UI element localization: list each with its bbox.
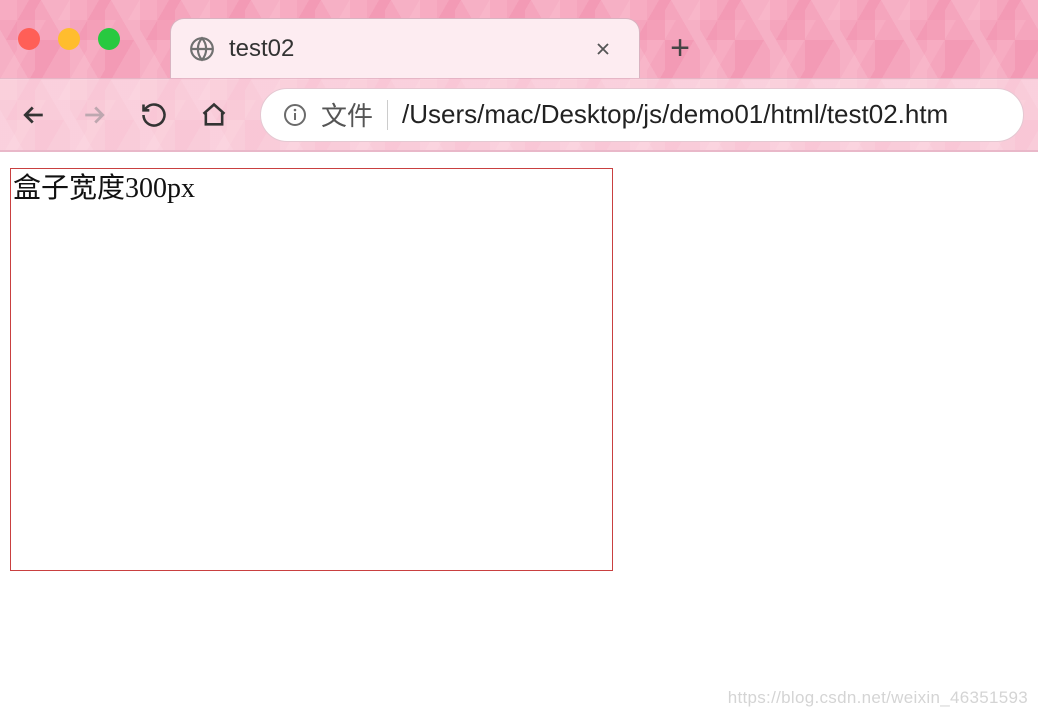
demo-box: 盒子宽度300px	[10, 168, 613, 571]
window-close-button[interactable]	[18, 28, 40, 50]
tab-strip: test02 +	[170, 0, 710, 78]
home-button[interactable]	[194, 95, 234, 135]
page-viewport: 盒子宽度300px https://blog.csdn.net/weixin_4…	[0, 152, 1038, 716]
tab-title: test02	[229, 35, 593, 63]
forward-button[interactable]	[74, 95, 114, 135]
traffic-lights	[18, 28, 120, 50]
back-button[interactable]	[14, 95, 54, 135]
address-bar[interactable]: 文件 /Users/mac/Desktop/js/demo01/html/tes…	[260, 88, 1024, 142]
site-info-icon[interactable]	[283, 103, 307, 127]
window-minimize-button[interactable]	[58, 28, 80, 50]
window-maximize-button[interactable]	[98, 28, 120, 50]
reload-button[interactable]	[134, 95, 174, 135]
address-separator	[387, 100, 388, 130]
new-tab-button[interactable]: +	[650, 18, 710, 78]
browser-tab-active[interactable]: test02	[170, 18, 640, 78]
browser-chrome: test02 +	[0, 0, 1038, 152]
globe-icon	[189, 36, 215, 62]
plus-icon: +	[670, 29, 690, 68]
address-path: /Users/mac/Desktop/js/demo01/html/test02…	[402, 99, 948, 130]
toolbar: 文件 /Users/mac/Desktop/js/demo01/html/tes…	[0, 78, 1038, 152]
address-scheme-label: 文件	[321, 96, 373, 133]
demo-box-text: 盒子宽度300px	[13, 173, 195, 204]
close-tab-icon[interactable]	[593, 39, 621, 59]
title-bar: test02 +	[0, 0, 1038, 78]
watermark-text: https://blog.csdn.net/weixin_46351593	[728, 688, 1028, 708]
